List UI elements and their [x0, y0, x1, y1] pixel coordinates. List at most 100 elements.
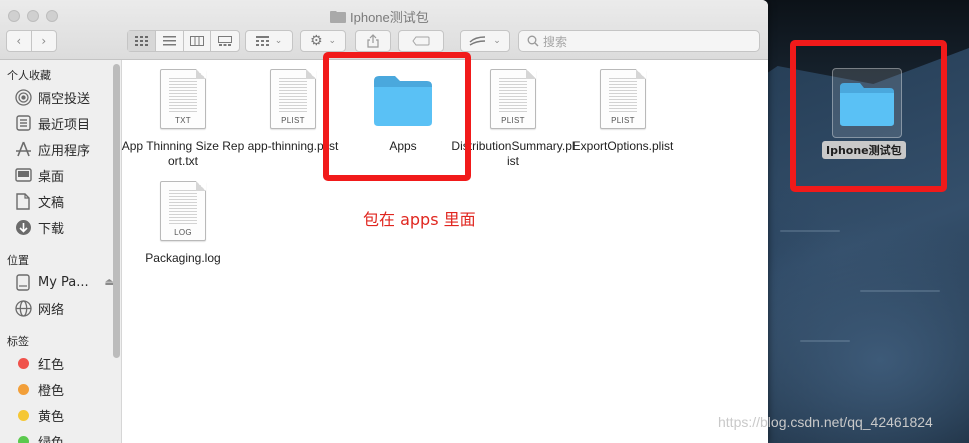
title-bar: Iphone测试包 ‹ › ⌄ ⚙ ⌄ ⌄ 搜索: [0, 0, 768, 60]
view-mode-control: [127, 30, 240, 52]
plist-document-icon: PLIST: [600, 69, 646, 129]
sidebar-item-tag-red[interactable]: 红色: [14, 352, 114, 374]
search-field[interactable]: 搜索: [518, 30, 760, 52]
file-item[interactable]: PLIST ExportOptions.plist: [563, 69, 683, 154]
sidebar-item-documents[interactable]: 文稿: [14, 190, 114, 212]
sidebar-item-label: 网络: [38, 302, 65, 318]
sidebar-item-airdrop[interactable]: 隔空投送: [14, 86, 114, 108]
icon-view-button[interactable]: [128, 31, 156, 51]
grid-icon: [134, 36, 148, 46]
sea-wave: [780, 230, 840, 232]
edit-tags-button[interactable]: [398, 30, 444, 52]
grid-icon: [255, 36, 269, 46]
sidebar-item-network[interactable]: 网络: [14, 297, 114, 319]
list-icon: [162, 36, 176, 46]
network-icon: [14, 299, 32, 317]
sidebar-section-locations: 位置: [7, 254, 29, 267]
gallery-icon: [218, 36, 233, 46]
sidebar-item-disk[interactable]: My Pa... ⏏: [14, 271, 114, 293]
text-document-icon: TXT: [160, 69, 206, 129]
annotation-text: 包在 apps 里面: [363, 210, 476, 229]
back-button[interactable]: ‹: [7, 31, 32, 51]
sidebar-item-label: 桌面: [38, 169, 65, 185]
sea-wave: [860, 290, 940, 292]
gear-icon: ⚙: [309, 33, 323, 49]
folder-icon: [330, 10, 346, 23]
nav-buttons: ‹ ›: [6, 30, 57, 52]
sidebar-item-recents[interactable]: 最近项目: [14, 112, 114, 134]
airdrop-icon: [14, 88, 32, 106]
chevron-down-icon: ⌄: [274, 36, 283, 46]
search-placeholder: 搜索: [543, 34, 568, 49]
sidebar-item-label: 应用程序: [38, 143, 91, 159]
tag-red-dot-icon: [18, 357, 29, 369]
window-title-text: Iphone测试包: [350, 9, 429, 25]
share-button[interactable]: [355, 30, 391, 52]
sidebar-item-label: 文稿: [38, 195, 65, 211]
file-type-badge: PLIST: [611, 116, 635, 125]
minimize-window-button[interactable]: [27, 10, 39, 22]
sidebar: 个人收藏 隔空投送 最近项目 应用程序 桌面 文稿 下载 位置 My Pa...…: [0, 60, 122, 443]
tag-orange-dot-icon: [18, 383, 29, 395]
applications-icon: [14, 140, 32, 158]
sidebar-item-label: 下载: [38, 221, 65, 237]
sidebar-item-tag-green[interactable]: 绿色: [14, 430, 114, 443]
sidebar-item-label: 橙色: [38, 383, 65, 399]
arrange-button[interactable]: ⌄: [460, 30, 510, 52]
file-item[interactable]: LOG Packaging.log: [123, 181, 243, 266]
chevron-left-icon: ‹: [16, 34, 22, 48]
group-by-button[interactable]: ⌄: [245, 30, 293, 52]
sidebar-section-tags: 标签: [7, 335, 29, 348]
sidebar-scrollbar[interactable]: [113, 64, 120, 358]
tag-green-dot-icon: [18, 435, 29, 443]
watermark: https://blog.csdn.net/qq_42461824: [718, 414, 933, 430]
sidebar-item-downloads[interactable]: 下载: [14, 216, 114, 238]
file-type-badge: TXT: [174, 116, 191, 125]
sidebar-item-desktop[interactable]: 桌面: [14, 164, 114, 186]
forward-button[interactable]: ›: [32, 31, 56, 51]
arrange-icon: [469, 36, 486, 46]
sidebar-item-tag-yellow[interactable]: 黄色: [14, 404, 114, 426]
desktop-icon: [14, 166, 32, 184]
downloads-icon: [14, 218, 32, 236]
sea-wave: [800, 340, 850, 342]
recents-icon: [14, 114, 32, 132]
file-name: App Thinning Size Report.txt: [121, 139, 245, 168]
disk-icon: [14, 273, 32, 291]
close-window-button[interactable]: [8, 10, 20, 22]
sidebar-item-applications[interactable]: 应用程序: [14, 138, 114, 160]
search-icon: [527, 35, 539, 47]
log-document-icon: LOG: [160, 181, 206, 241]
file-item[interactable]: TXT App Thinning Size Report.txt: [121, 69, 245, 169]
sidebar-item-label: 绿色: [38, 435, 65, 443]
column-view-button[interactable]: [184, 31, 212, 51]
sidebar-item-label: 最近项目: [38, 117, 91, 133]
sidebar-item-label: 黄色: [38, 409, 65, 425]
sidebar-item-tag-orange[interactable]: 橙色: [14, 378, 114, 400]
documents-icon: [14, 192, 32, 210]
chevron-down-icon: ⌄: [328, 36, 337, 46]
sidebar-section-favorites: 个人收藏: [7, 69, 51, 82]
tag-yellow-dot-icon: [18, 409, 29, 421]
sidebar-item-label: 隔空投送: [38, 91, 91, 107]
zoom-window-button[interactable]: [46, 10, 58, 22]
file-name: Packaging.log: [145, 251, 221, 265]
plist-document-icon: PLIST: [490, 69, 536, 129]
highlight-box-desktop-folder: [790, 40, 947, 192]
plist-document-icon: PLIST: [270, 69, 316, 129]
gallery-view-button[interactable]: [211, 31, 239, 51]
action-menu-button[interactable]: ⚙ ⌄: [300, 30, 346, 52]
file-type-badge: LOG: [174, 228, 192, 237]
chevron-right-icon: ›: [41, 34, 47, 48]
tag-icon: [412, 36, 430, 46]
highlight-box-apps-folder: [323, 52, 471, 181]
file-type-badge: PLIST: [501, 116, 525, 125]
sidebar-item-label: 红色: [38, 357, 65, 373]
columns-icon: [189, 36, 204, 46]
sidebar-item-label: My Pa...: [38, 274, 89, 290]
file-type-badge: PLIST: [281, 116, 305, 125]
chevron-down-icon: ⌄: [493, 36, 501, 46]
list-view-button[interactable]: [156, 31, 184, 51]
file-item[interactable]: PLIST DistributionSummary.plist: [451, 69, 575, 169]
eject-icon[interactable]: ⏏: [105, 277, 114, 288]
